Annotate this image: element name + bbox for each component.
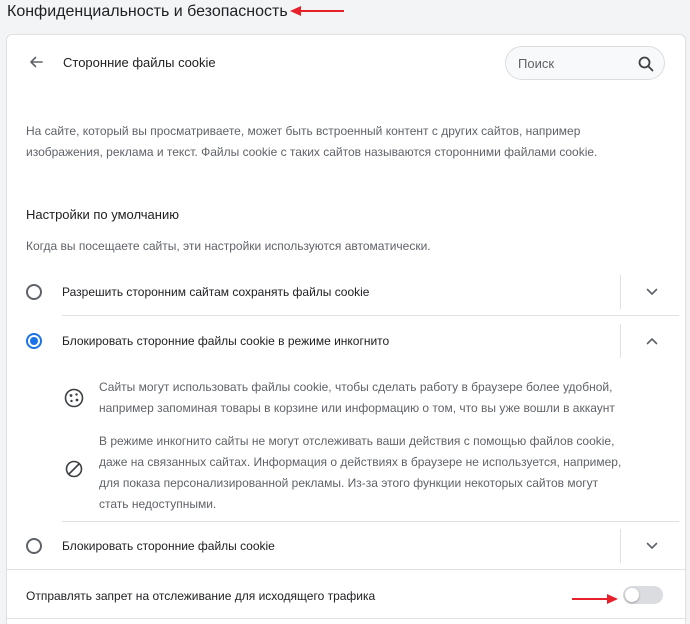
cookie-description: На сайте, который вы просматриваете, мож…: [26, 124, 598, 159]
detail-text-incognito: В режиме инкогнито сайты не могут отслеж…: [99, 434, 622, 511]
page-title: Конфиденциальность и безопасность: [7, 3, 288, 20]
do-not-track-label: Отправлять запрет на отслеживание для ис…: [26, 589, 376, 603]
row-separator: [620, 529, 621, 563]
chevron-down-icon: [646, 542, 658, 549]
back-button[interactable]: [26, 52, 46, 72]
search-box[interactable]: [505, 46, 665, 80]
arrow-left-icon: [30, 56, 43, 68]
detail-text-convenience: Сайты могут использовать файлы cookie, ч…: [99, 380, 615, 415]
chevron-up-icon: [646, 338, 658, 345]
divider: [7, 618, 687, 619]
divider: [62, 315, 679, 316]
option-block-incognito[interactable]: Блокировать сторонние файлы cookie в реж…: [7, 324, 687, 358]
subpage-title: Сторонние файлы cookie: [63, 55, 216, 70]
cookie-icon: [64, 388, 84, 413]
defaults-title: Настройки по умолчанию: [26, 207, 179, 222]
collapse-button[interactable]: [643, 332, 661, 350]
expand-button[interactable]: [643, 537, 661, 555]
radio-block-third-party[interactable]: [26, 538, 42, 554]
chevron-down-icon: [646, 288, 658, 295]
search-icon[interactable]: [638, 56, 654, 77]
search-input[interactable]: [518, 55, 630, 71]
annotation-arrow-title: [290, 5, 346, 17]
defaults-subtitle: Когда вы посещаете сайты, эти настройки …: [26, 239, 431, 253]
expand-button[interactable]: [643, 283, 661, 301]
block-icon: [64, 459, 84, 484]
row-separator: [620, 324, 621, 358]
divider: [7, 569, 687, 570]
divider: [62, 521, 679, 522]
row-separator: [620, 275, 621, 309]
radio-block-incognito[interactable]: [26, 333, 42, 349]
do-not-track-toggle[interactable]: [623, 586, 663, 604]
annotation-arrow-toggle: [572, 593, 618, 605]
option-block-third-party[interactable]: Блокировать сторонние файлы cookie: [7, 529, 687, 563]
toggle-knob: [625, 588, 639, 602]
option-allow-third-party[interactable]: Разрешить сторонним сайтам сохранять фай…: [7, 275, 687, 309]
settings-card: Сторонние файлы cookie На сайте, который…: [6, 34, 687, 624]
radio-allow-third-party[interactable]: [26, 284, 42, 300]
